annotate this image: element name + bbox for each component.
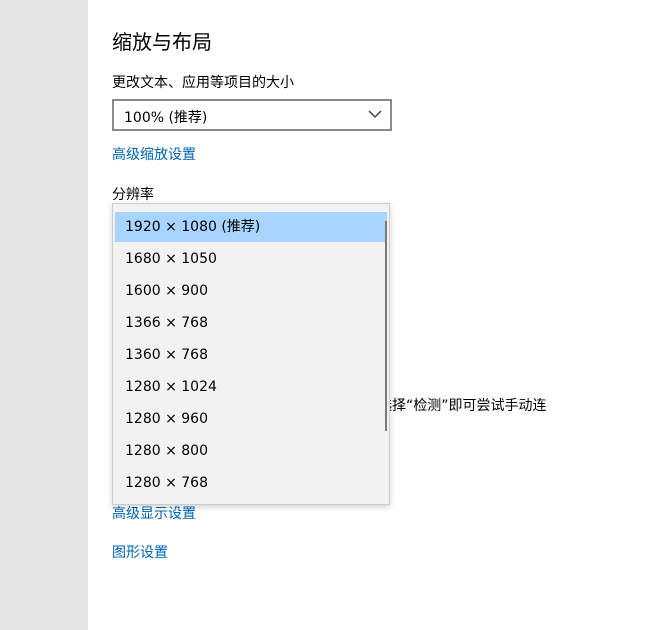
dropdown-scrollbar[interactable] (385, 221, 387, 431)
resolution-option[interactable]: 1280 × 1024 (115, 372, 387, 402)
resolution-option[interactable]: 1366 × 768 (115, 308, 387, 338)
resolution-option[interactable]: 1280 × 960 (115, 404, 387, 434)
scale-label: 更改文本、应用等项目的大小 (112, 75, 294, 91)
resolution-option[interactable]: 1280 × 768 (115, 468, 387, 498)
chevron-down-icon (368, 110, 382, 118)
resolution-option[interactable]: 1360 × 768 (115, 340, 387, 370)
resolution-label: 分辨率 (112, 187, 154, 203)
settings-content: 缩放与布局 更改文本、应用等项目的大小 100% (推荐) 高级缩放设置 分辨率… (112, 0, 664, 630)
detect-hint-text: 选择“检测”即可尝试手动连 (378, 398, 547, 414)
graphics-settings-link[interactable]: 图形设置 (112, 542, 168, 562)
navigation-pane (0, 0, 88, 630)
resolution-option[interactable]: 1280 × 800 (115, 436, 387, 466)
advanced-scaling-link[interactable]: 高级缩放设置 (112, 144, 196, 164)
resolution-option[interactable]: 1680 × 1050 (115, 244, 387, 274)
resolution-dropdown-list[interactable]: 1920 × 1080 (推荐) 1680 × 1050 1600 × 900 … (112, 203, 390, 505)
advanced-display-link[interactable]: 高级显示设置 (112, 503, 196, 523)
scale-selected-value: 100% (推荐) (124, 110, 208, 126)
resolution-option[interactable]: 1920 × 1080 (推荐) (115, 212, 387, 242)
resolution-option[interactable]: 1600 × 900 (115, 276, 387, 306)
scale-dropdown[interactable]: 100% (推荐) (112, 99, 392, 131)
section-title: 缩放与布局 (112, 30, 212, 54)
